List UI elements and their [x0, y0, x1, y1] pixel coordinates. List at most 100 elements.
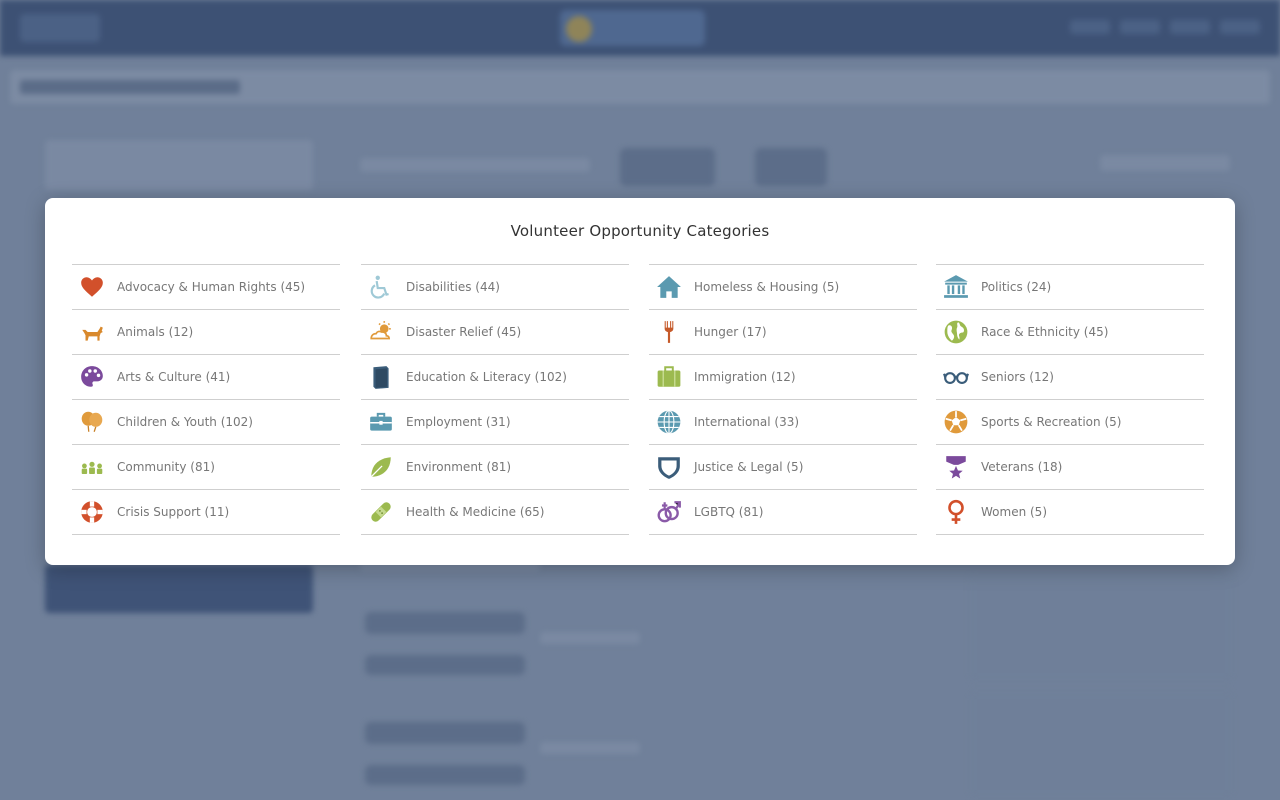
briefcase-icon	[368, 409, 394, 435]
bandage-icon	[368, 499, 394, 525]
life-ring-icon	[79, 499, 105, 525]
bg-listing-subtitle	[365, 655, 525, 675]
category-label: Children & Youth (102)	[117, 415, 253, 429]
wheelchair-icon	[368, 274, 394, 300]
glasses-icon	[943, 364, 969, 390]
category-sports-recreation[interactable]: Sports & Recreation (5)	[936, 399, 1204, 444]
dog-icon	[79, 319, 105, 345]
bg-nav-item	[1170, 20, 1210, 34]
bg-card	[970, 692, 1232, 797]
bg-nav-item	[1070, 20, 1110, 34]
category-immigration[interactable]: Immigration (12)	[649, 354, 917, 399]
heart-icon	[79, 274, 105, 300]
category-environment[interactable]: Environment (81)	[361, 444, 629, 489]
categories-modal: Volunteer Opportunity Categories Advocac…	[45, 198, 1235, 565]
balloons-icon	[79, 409, 105, 435]
categories-column-4: Politics (24) Race & Ethnicity (45) Seni…	[936, 264, 1204, 535]
category-label: Justice & Legal (5)	[694, 460, 804, 474]
house-icon	[656, 274, 682, 300]
bg-logo	[20, 14, 100, 42]
category-label: Sports & Recreation (5)	[981, 415, 1122, 429]
bg-brand-icon	[566, 16, 592, 42]
leaf-icon	[368, 454, 394, 480]
category-label: Veterans (18)	[981, 460, 1063, 474]
category-label: Disaster Relief (45)	[406, 325, 522, 339]
category-employment[interactable]: Employment (31)	[361, 399, 629, 444]
people-icon	[79, 454, 105, 480]
category-label: Employment (31)	[406, 415, 511, 429]
medal-icon	[943, 454, 969, 480]
category-label: Health & Medicine (65)	[406, 505, 545, 519]
bg-filter-pill	[620, 148, 715, 186]
category-arts-culture[interactable]: Arts & Culture (41)	[72, 354, 340, 399]
bg-sidebar-button	[45, 565, 313, 613]
category-label: Seniors (12)	[981, 370, 1054, 384]
categories-grid: Advocacy & Human Rights (45) Animals (12…	[72, 264, 1208, 536]
gender-symbols-icon	[656, 499, 682, 525]
bg-nav-item	[1120, 20, 1160, 34]
category-label: Crisis Support (11)	[117, 505, 230, 519]
category-label: Race & Ethnicity (45)	[981, 325, 1109, 339]
female-symbol-icon	[943, 499, 969, 525]
category-label: Women (5)	[981, 505, 1047, 519]
suitcase-icon	[656, 364, 682, 390]
category-label: Disabilities (44)	[406, 280, 500, 294]
bg-listing-title	[365, 612, 525, 634]
bg-card	[970, 575, 1232, 680]
category-advocacy-human-rights[interactable]: Advocacy & Human Rights (45)	[72, 264, 340, 309]
earth-icon	[943, 319, 969, 345]
category-label: Arts & Culture (41)	[117, 370, 231, 384]
category-label: International (33)	[694, 415, 800, 429]
category-label: Immigration (12)	[694, 370, 796, 384]
storm-icon	[368, 319, 394, 345]
categories-column-3: Homeless & Housing (5) Hunger (17) Immig…	[649, 264, 917, 535]
category-label: LGBTQ (81)	[694, 505, 764, 519]
category-label: Hunger (17)	[694, 325, 767, 339]
soccer-ball-icon	[943, 409, 969, 435]
modal-title: Volunteer Opportunity Categories	[510, 222, 770, 240]
bg-nav-item	[1220, 20, 1260, 34]
bg-text-line	[1100, 155, 1230, 171]
category-label: Environment (81)	[406, 460, 512, 474]
bg-text-line	[540, 632, 640, 644]
bg-listing-subtitle	[365, 765, 525, 785]
bg-listing-title	[365, 722, 525, 744]
palette-icon	[79, 364, 105, 390]
category-label: Homeless & Housing (5)	[694, 280, 840, 294]
category-label: Community (81)	[117, 460, 215, 474]
fork-icon	[656, 319, 682, 345]
categories-column-1: Advocacy & Human Rights (45) Animals (12…	[72, 264, 340, 535]
categories-column-2: Disabilities (44) Disaster Relief (45) E…	[361, 264, 629, 535]
category-veterans[interactable]: Veterans (18)	[936, 444, 1204, 489]
bg-breadcrumb	[20, 80, 240, 94]
book-icon	[368, 364, 394, 390]
category-politics[interactable]: Politics (24)	[936, 264, 1204, 309]
category-seniors[interactable]: Seniors (12)	[936, 354, 1204, 399]
category-international[interactable]: International (33)	[649, 399, 917, 444]
bg-filter-pill	[755, 148, 827, 186]
category-label: Advocacy & Human Rights (45)	[117, 280, 306, 294]
category-disaster-relief[interactable]: Disaster Relief (45)	[361, 309, 629, 354]
category-hunger[interactable]: Hunger (17)	[649, 309, 917, 354]
category-label: Education & Literacy (102)	[406, 370, 567, 384]
bg-text-line	[540, 742, 640, 754]
category-justice-legal[interactable]: Justice & Legal (5)	[649, 444, 917, 489]
category-label: Animals (12)	[117, 325, 194, 339]
capitol-icon	[943, 274, 969, 300]
category-homeless-housing[interactable]: Homeless & Housing (5)	[649, 264, 917, 309]
shield-icon	[656, 454, 682, 480]
category-animals[interactable]: Animals (12)	[72, 309, 340, 354]
category-health-medicine[interactable]: Health & Medicine (65)	[361, 489, 629, 535]
bg-sidebar-block	[45, 140, 313, 190]
category-women[interactable]: Women (5)	[936, 489, 1204, 535]
category-race-ethnicity[interactable]: Race & Ethnicity (45)	[936, 309, 1204, 354]
category-education-literacy[interactable]: Education & Literacy (102)	[361, 354, 629, 399]
category-community[interactable]: Community (81)	[72, 444, 340, 489]
category-crisis-support[interactable]: Crisis Support (11)	[72, 489, 340, 535]
category-children-youth[interactable]: Children & Youth (102)	[72, 399, 340, 444]
category-label: Politics (24)	[981, 280, 1052, 294]
category-lgbtq[interactable]: LGBTQ (81)	[649, 489, 917, 535]
globe-icon	[656, 409, 682, 435]
category-disabilities[interactable]: Disabilities (44)	[361, 264, 629, 309]
bg-text-line	[360, 158, 590, 172]
